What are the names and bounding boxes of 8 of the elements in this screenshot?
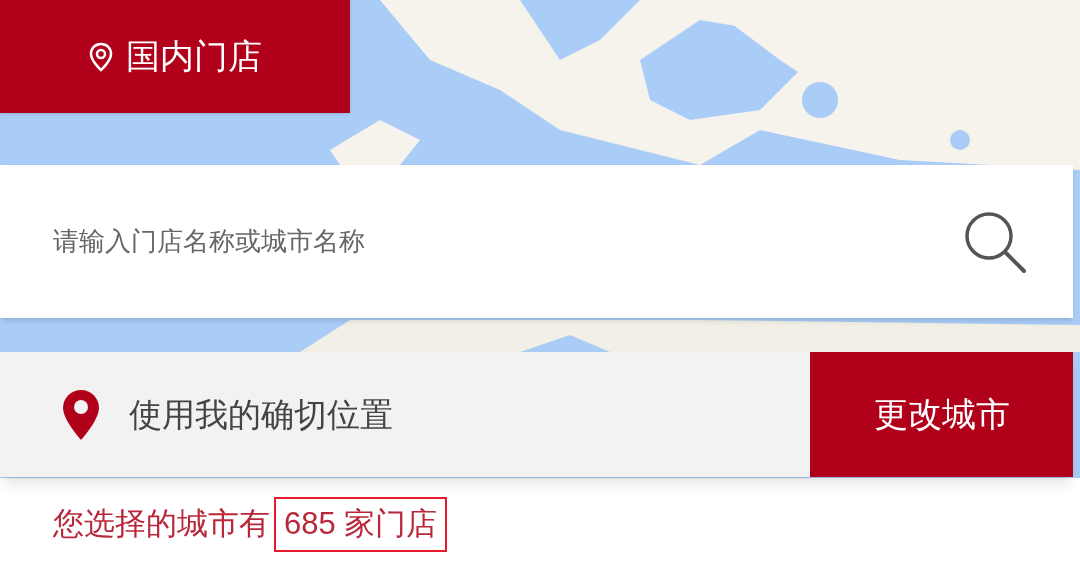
use-location-button[interactable]: 使用我的确切位置 xyxy=(0,352,810,477)
change-city-button[interactable]: 更改城市 xyxy=(810,352,1073,477)
store-tab[interactable]: 国内门店 xyxy=(0,0,350,113)
store-count-text: 您选择的城市有 xyxy=(53,505,270,543)
search-field[interactable]: 请输入门店名称或城市名称 xyxy=(53,222,962,261)
map-pin-icon xyxy=(63,389,99,440)
location-pin-icon xyxy=(88,41,114,72)
store-count-value: 685 家门店 xyxy=(274,497,448,552)
